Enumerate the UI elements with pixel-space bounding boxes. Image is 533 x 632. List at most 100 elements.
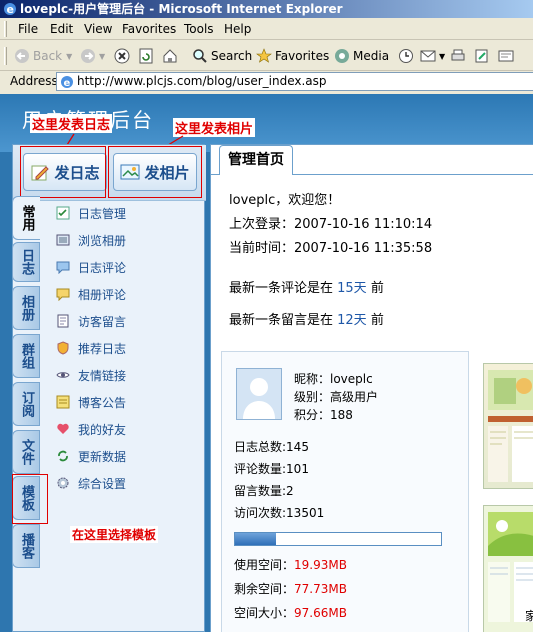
vtab-log[interactable]: 日志 (12, 242, 40, 282)
address-input[interactable]: e http://www.plcjs.com/blog/user_index.a… (56, 72, 533, 91)
chat-bubble-icon (56, 288, 70, 301)
vtab-common[interactable]: 常用 (12, 196, 40, 240)
stat-messages: 留言数量:2 (234, 484, 294, 498)
profile-nickname: 昵称：loveplc (294, 372, 373, 386)
toolbar-grip (4, 47, 7, 65)
svg-text:e: e (7, 3, 14, 16)
back-button[interactable]: Back ▼ (14, 47, 72, 65)
print-button[interactable] (450, 47, 469, 65)
menu-help[interactable]: Help (224, 22, 251, 36)
ie-window: e loveplc-用户管理后台 - Microsoft Internet Ex… (0, 0, 533, 632)
menubar-grip (4, 21, 7, 37)
menu-recommend-log[interactable]: 推荐日志 (56, 339, 126, 357)
address-label: Address (10, 74, 58, 88)
space-total: 空间大小：97.66MB (234, 606, 347, 620)
document-icon (57, 314, 69, 328)
menu-browse-album[interactable]: 浏览相册 (56, 231, 126, 249)
welcome-text: loveplc，欢迎您！ (229, 193, 341, 208)
search-button[interactable]: Search (192, 47, 252, 65)
vtab-subscribe[interactable]: 订阅 (12, 382, 40, 426)
favorites-star-icon (256, 48, 272, 63)
back-arrow-icon (15, 49, 29, 63)
menu-album-comments[interactable]: 相册评论 (56, 285, 126, 303)
menu-file[interactable]: File (18, 22, 38, 36)
discuss-button[interactable] (498, 47, 517, 65)
gear-icon (57, 477, 69, 489)
refresh-icon (139, 48, 153, 64)
profile-level: 级别：高级用户 (294, 390, 379, 404)
menu-guestbook[interactable]: 访客留言 (56, 312, 126, 330)
title-bar: e loveplc-用户管理后台 - Microsoft Internet Ex… (0, 0, 533, 18)
checklist-icon (56, 206, 70, 220)
album-icon (56, 234, 70, 246)
forward-dropdown-icon: ▼ (99, 51, 106, 61)
space-usage-fill (235, 533, 277, 545)
back-dropdown-icon: ▼ (66, 51, 73, 61)
eye-icon (56, 372, 70, 378)
menu-view[interactable]: View (84, 22, 112, 36)
stop-icon (114, 48, 130, 64)
media-button[interactable]: Media (334, 47, 389, 65)
menu-log-comments[interactable]: 日志评论 (56, 258, 126, 276)
template-thumbnail-1 (488, 370, 533, 482)
page-content: 用户管理后台 这里发表日志 这里发表相片 发日志 发相片 (0, 94, 533, 632)
latest-comment: 最新一条评论是在 15天 前 (229, 281, 384, 296)
notepad-icon (56, 395, 70, 409)
home-icon (163, 49, 177, 63)
menu-blog-notice[interactable]: 博客公告 (56, 393, 126, 411)
standard-toolbar: Back ▼ ▼ Search Favorites Media ▼ (0, 41, 533, 71)
template-preview-1[interactable] (483, 363, 533, 489)
space-free: 剩余空间：77.73MB (234, 582, 347, 596)
main-panel: 管理首页 loveplc，欢迎您！ 上次登录：2007-10-16 11:10:… (210, 144, 533, 632)
vtab-files[interactable]: 文件 (12, 430, 40, 474)
vtab-album[interactable]: 相册 (12, 286, 40, 330)
refresh-button[interactable] (138, 47, 157, 65)
space-usage-bar (234, 532, 442, 546)
refresh-arrows-icon (58, 450, 68, 462)
menu-friend-links[interactable]: 友情链接 (56, 366, 126, 384)
profile-card: 昵称：loveplc 级别：高级用户 积分：188 日志总数:145 评论数量:… (221, 351, 469, 632)
vtab-group[interactable]: 群组 (12, 334, 40, 378)
stop-button[interactable] (114, 47, 133, 65)
history-icon (399, 49, 413, 63)
menu-bar: File Edit View Favorites Tools Help (0, 18, 533, 40)
print-icon (451, 49, 465, 61)
discuss-icon (498, 50, 514, 62)
media-icon (335, 49, 349, 63)
ie-logo-icon: e (4, 3, 16, 16)
stat-visits: 访问次数:13501 (234, 506, 325, 520)
profile-points: 积分：188 (294, 408, 353, 422)
home-button[interactable] (162, 47, 181, 65)
current-time: 当前时间：2007-10-16 11:35:58 (229, 241, 433, 256)
forward-button[interactable]: ▼ (80, 47, 105, 65)
menu-favorites[interactable]: Favorites (122, 22, 176, 36)
menu-update-data[interactable]: 更新数据 (56, 447, 126, 465)
favorites-button[interactable]: Favorites (256, 47, 329, 65)
highlight-post-log (20, 146, 106, 198)
edit-button[interactable] (474, 47, 493, 65)
stat-logs: 日志总数:145 (234, 440, 309, 454)
stat-comments: 评论数量:101 (234, 462, 309, 476)
page-icon: e (61, 76, 73, 89)
history-button[interactable] (398, 47, 417, 65)
address-url: http://www.plcjs.com/blog/user_index.asp (77, 74, 327, 88)
menu-general-settings[interactable]: 综合设置 (56, 474, 126, 492)
shield-icon (57, 341, 69, 355)
menu-edit[interactable]: Edit (50, 22, 73, 36)
last-login: 上次登录：2007-10-16 11:10:14 (229, 217, 433, 232)
mail-dropdown-icon: ▼ (439, 51, 446, 61)
comment-bubble-icon (56, 261, 70, 274)
tab-admin-home[interactable]: 管理首页 (219, 145, 293, 175)
forward-arrow-icon (81, 49, 95, 63)
callout-choose-template: 在这里选择模板 (70, 526, 159, 543)
menu-my-friends[interactable]: 我的好友 (56, 420, 126, 438)
mail-button[interactable]: ▼ (420, 47, 445, 65)
user-silhouette-icon (237, 369, 281, 419)
vtab-podcast[interactable]: 播客 (12, 524, 40, 568)
highlight-template-tab (12, 474, 48, 524)
search-icon (193, 49, 207, 63)
menu-log-manage[interactable]: 日志管理 (56, 204, 126, 222)
template-caption-partial: 家 (525, 609, 533, 623)
heart-icon (57, 423, 69, 434)
menu-tools[interactable]: Tools (184, 22, 214, 36)
